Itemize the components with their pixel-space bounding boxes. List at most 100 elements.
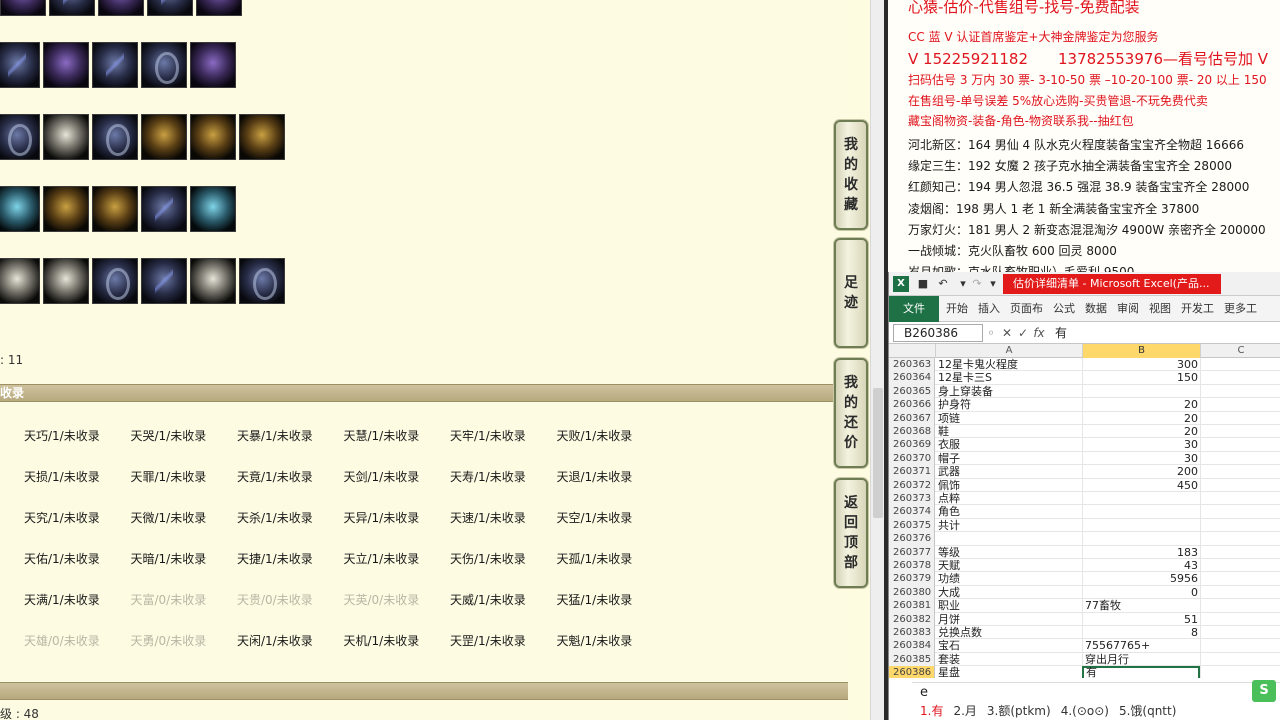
cell-b[interactable]: 183 (1082, 545, 1200, 559)
title-entry[interactable]: 天退/1/未收录 (557, 468, 664, 485)
ribbon-tab[interactable]: 公式 (1048, 296, 1080, 322)
cell-c[interactable] (1200, 518, 1280, 533)
ime-logo-icon[interactable]: S (1252, 680, 1276, 702)
title-entry[interactable]: 天空/1/未收录 (557, 509, 664, 526)
title-entry[interactable]: 天富/0/未收录 (131, 591, 238, 608)
cell-b[interactable]: 0 (1082, 585, 1200, 600)
row-number[interactable]: 260373 (889, 492, 935, 506)
cell-c[interactable] (1200, 451, 1280, 466)
item-icon[interactable] (92, 186, 138, 232)
item-icon[interactable] (239, 114, 285, 160)
title-entry[interactable]: 天威/1/未收录 (450, 591, 557, 608)
cell-b[interactable] (1082, 384, 1200, 399)
row-number[interactable]: 260370 (889, 451, 935, 466)
column-header-a[interactable]: A (935, 344, 1082, 358)
cell-a[interactable]: 套装 (938, 653, 1082, 666)
row-number[interactable]: 260379 (889, 572, 935, 586)
row-number[interactable]: 260382 (889, 612, 935, 626)
cell-c[interactable] (1200, 599, 1280, 613)
cell-b[interactable]: 穿出月行 (1082, 652, 1200, 667)
row-number[interactable]: 260384 (889, 639, 935, 653)
cell-b[interactable]: 200 (1082, 465, 1200, 479)
title-entry[interactable]: 天捷/1/未收录 (237, 550, 344, 567)
item-icon[interactable] (239, 258, 285, 304)
cell-c[interactable] (1200, 384, 1280, 399)
title-entry[interactable]: 天伤/1/未收录 (450, 550, 557, 567)
title-entry[interactable]: 天英/0/未收录 (344, 591, 451, 608)
cell-a[interactable]: 点粹 (938, 492, 1082, 505)
title-entry[interactable]: 天罡/1/未收录 (450, 632, 557, 649)
cell-a[interactable]: 共计 (938, 519, 1082, 532)
cell-c[interactable] (1200, 425, 1280, 439)
title-entry[interactable]: 天魁/1/未收录 (557, 632, 664, 649)
cell-c[interactable] (1200, 639, 1280, 653)
cell-b[interactable]: 8 (1082, 626, 1200, 640)
back-to-top-button[interactable]: 返回顶部 (834, 478, 868, 588)
cell-a[interactable]: 大成 (938, 586, 1082, 599)
item-icon[interactable] (141, 114, 187, 160)
item-icon[interactable] (0, 0, 46, 16)
cell-b[interactable]: 20 (1082, 425, 1200, 439)
item-icon[interactable] (0, 258, 40, 304)
cell-b[interactable] (1082, 532, 1200, 546)
my-counter-offer-button[interactable]: 我的还价 (834, 358, 868, 468)
footprints-button[interactable]: 足迹 (834, 238, 868, 348)
cell-c[interactable] (1200, 626, 1280, 640)
cell-c[interactable] (1200, 505, 1280, 519)
title-entry[interactable]: 天立/1/未收录 (344, 550, 451, 567)
row-number[interactable]: 260371 (889, 465, 935, 479)
cell-b[interactable]: 150 (1082, 371, 1200, 385)
ribbon-tab[interactable]: 页面布 (1005, 296, 1048, 322)
title-entry[interactable]: 天勇/0/未收录 (131, 632, 238, 649)
item-icon[interactable] (141, 258, 187, 304)
scrollbar-thumb[interactable] (873, 388, 883, 518)
cell-a[interactable]: 武器 (938, 465, 1082, 478)
item-icon[interactable] (0, 186, 40, 232)
cell-c[interactable] (1200, 572, 1280, 586)
cell-c[interactable] (1200, 371, 1280, 385)
item-icon[interactable] (190, 258, 236, 304)
cell-a[interactable]: 12星卡三S (938, 371, 1082, 384)
title-entry[interactable]: 天机/1/未收录 (344, 632, 451, 649)
cell-c[interactable] (1200, 532, 1280, 546)
cell-a[interactable]: 等级 (938, 546, 1082, 559)
title-entry[interactable]: 天牢/1/未收录 (450, 427, 557, 444)
item-icon[interactable] (92, 42, 138, 88)
customize-toolbar-icon[interactable]: ▾ (985, 276, 1001, 292)
cell-a[interactable]: 角色 (938, 505, 1082, 518)
cell-a[interactable]: 护身符 (938, 398, 1082, 411)
cell-c[interactable] (1200, 559, 1280, 573)
cell-c[interactable] (1200, 465, 1280, 479)
cell-a[interactable] (938, 532, 1082, 545)
namebox-dropdown-icon[interactable]: ◦ (983, 326, 999, 340)
cell-a[interactable]: 宝石 (938, 639, 1082, 652)
item-icon[interactable] (147, 0, 193, 16)
ribbon-tab[interactable]: 数据 (1080, 296, 1112, 322)
cell-b[interactable]: 20 (1082, 398, 1200, 412)
title-entry[interactable]: 天竟/1/未收录 (237, 468, 344, 485)
cancel-icon[interactable]: ✕ (999, 326, 1015, 340)
cell-a[interactable]: 项链 (938, 412, 1082, 425)
my-favorites-button[interactable]: 我的收藏 (834, 120, 868, 230)
title-entry[interactable]: 天微/1/未收录 (131, 509, 238, 526)
ribbon-tab[interactable]: 文件 (889, 295, 939, 322)
cell-a[interactable]: 佩饰 (938, 479, 1082, 492)
cell-b[interactable]: 30 (1082, 451, 1200, 466)
ime-candidate[interactable]: 5.饿(qntt) (1119, 702, 1176, 720)
cell-a[interactable]: 鞋 (938, 425, 1082, 438)
cell-b[interactable]: 300 (1082, 358, 1200, 372)
title-entry[interactable]: 天暴/1/未收录 (237, 427, 344, 444)
title-entry[interactable]: 天满/1/未收录 (24, 591, 131, 608)
cell-b[interactable]: 43 (1082, 559, 1200, 573)
item-icon[interactable] (43, 186, 89, 232)
row-number[interactable]: 260383 (889, 626, 935, 640)
title-entry[interactable]: 天贵/0/未收录 (237, 591, 344, 608)
row-number[interactable]: 260377 (889, 545, 935, 559)
cell-b[interactable]: 5956 (1082, 572, 1200, 586)
cell-c[interactable] (1200, 358, 1280, 372)
title-entry[interactable]: 天巧/1/未收录 (24, 427, 131, 444)
item-icon[interactable] (190, 42, 236, 88)
cell-c[interactable] (1200, 398, 1280, 412)
item-icon[interactable] (92, 258, 138, 304)
ribbon-tab[interactable]: 审阅 (1112, 296, 1144, 322)
